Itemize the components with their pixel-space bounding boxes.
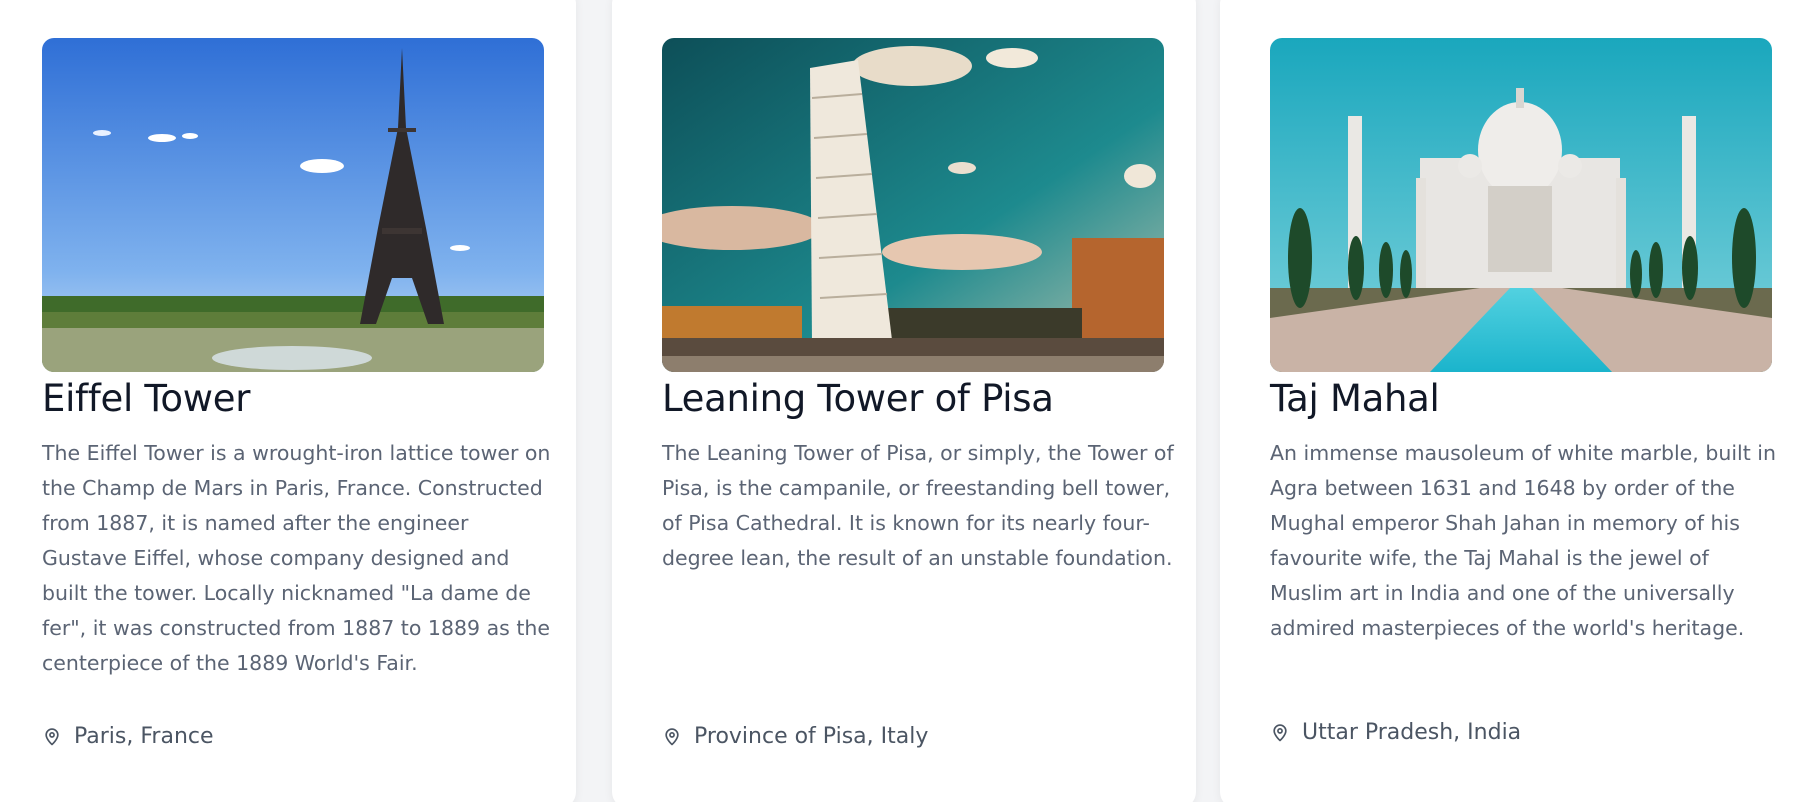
taj-mahal-photo	[1270, 38, 1772, 372]
card-description: An immense mausoleum of white marble, bu…	[1270, 441, 1776, 640]
location-text: Uttar Pradesh, India	[1302, 720, 1522, 745]
card-title: Leaning Tower of Pisa	[662, 377, 1054, 420]
card-description: The Eiffel Tower is a wrought-iron latti…	[42, 441, 551, 675]
card-title: Taj Mahal	[1270, 377, 1440, 420]
landmark-cards: Eiffel Tower The Eiffel Tower is a wroug…	[0, 0, 1795, 802]
eiffel-tower-photo	[42, 38, 544, 372]
location-text: Paris, France	[74, 724, 214, 749]
card-title: Eiffel Tower	[42, 377, 251, 420]
landmark-card-taj-mahal[interactable]: Taj Mahal An immense mausoleum of white …	[1220, 0, 1795, 802]
map-pin-icon	[665, 727, 679, 745]
location-text: Province of Pisa, Italy	[694, 724, 929, 749]
map-pin-icon	[1273, 723, 1287, 741]
pisa-tower-photo	[662, 38, 1164, 372]
card-location: Province of Pisa, Italy	[662, 724, 928, 749]
landmark-card-pisa-tower[interactable]: Leaning Tower of Pisa The Leaning Tower …	[612, 0, 1196, 802]
card-location: Paris, France	[42, 724, 214, 749]
landmark-card-eiffel-tower[interactable]: Eiffel Tower The Eiffel Tower is a wroug…	[0, 0, 576, 802]
card-location: Uttar Pradesh, India	[1270, 720, 1521, 745]
card-description: The Leaning Tower of Pisa, or simply, th…	[662, 441, 1174, 570]
map-pin-icon	[45, 727, 59, 745]
